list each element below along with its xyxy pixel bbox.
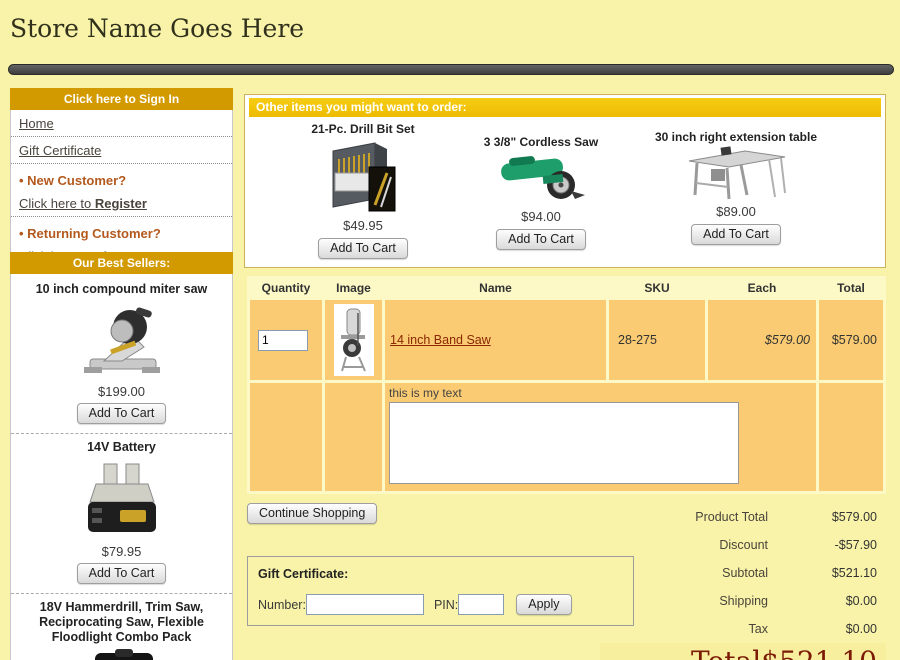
totals-label: Product Total — [600, 510, 768, 524]
header-divider — [8, 64, 894, 75]
note-textarea[interactable] — [389, 402, 739, 484]
totals-row: Shipping $0.00 — [600, 587, 886, 615]
apply-button[interactable]: Apply — [516, 594, 571, 615]
suggested-items-panel: Other items you might want to order: 21-… — [244, 94, 886, 268]
totals-label: Tax — [600, 622, 768, 636]
empty-cell — [819, 383, 883, 491]
extension-table-photo — [626, 144, 846, 202]
column-header-each: Each — [708, 279, 816, 297]
signin-panel: Click here to Sign In Home Gift Certific… — [10, 88, 233, 274]
gift-certificate-panel: Gift Certificate: Number: PIN: Apply — [247, 556, 634, 626]
add-to-cart-button[interactable]: Add To Cart — [77, 563, 167, 584]
best-seller-name: 18V Hammerdrill, Trim Saw, Reciprocating… — [11, 594, 232, 647]
totals-row: Tax $0.00 — [600, 615, 886, 643]
note-cell: this is my text — [385, 383, 816, 491]
register-link-prefix: Click here to — [19, 196, 95, 211]
cart-header-row: Quantity Image Name SKU Each Total — [250, 279, 883, 297]
column-header-image: Image — [325, 279, 382, 297]
register-link-bold: Register — [95, 196, 147, 211]
sidebar-item-home[interactable]: Home — [11, 110, 232, 137]
suggested-product: 3 3/8" Cordless Saw $94.00 Add To Cart — [456, 135, 626, 250]
suggested-product-name: 3 3/8" Cordless Saw — [456, 135, 626, 149]
totals-row: Discount -$57.90 — [600, 531, 886, 559]
totals-value: $579.00 — [768, 510, 886, 524]
sidebar-item-gift-certificate[interactable]: Gift Certificate — [11, 137, 232, 164]
order-totals: Product Total $579.00 Discount -$57.90 S… — [600, 503, 886, 660]
column-header-total: Total — [819, 279, 883, 297]
band-saw-photo — [334, 304, 374, 376]
best-seller-price: $79.95 — [11, 544, 232, 559]
quantity-cell — [250, 300, 322, 380]
sku-cell: 28-275 — [609, 300, 705, 380]
cart-note-row: this is my text — [250, 383, 883, 491]
suggested-product-name: 21-Pc. Drill Bit Set — [263, 122, 463, 136]
combo-pack-photo — [11, 647, 232, 660]
totals-value: $0.00 — [768, 594, 886, 608]
best-seller-name: 10 inch compound miter saw — [11, 279, 232, 299]
suggested-product: 30 inch right extension table $89.0 — [626, 130, 846, 245]
quantity-input[interactable] — [258, 330, 308, 351]
battery-photo — [11, 457, 232, 541]
gift-number-label: Number: — [258, 598, 306, 612]
returning-customer-label: • Returning Customer? — [11, 217, 232, 243]
register-link[interactable]: Click here to Register — [11, 190, 232, 217]
empty-cell — [250, 383, 322, 491]
cart-item-each: $579.00 — [708, 333, 816, 347]
grand-total-row: Total $521.10 — [600, 643, 886, 660]
totals-row: Product Total $579.00 — [600, 503, 886, 531]
suggested-product-name: 30 inch right extension table — [626, 130, 846, 144]
column-header-sku: SKU — [609, 279, 705, 297]
add-to-cart-button[interactable]: Add To Cart — [691, 224, 781, 245]
page-title: Store Name Goes Here — [10, 14, 304, 43]
cart-table: Quantity Image Name SKU Each Total — [247, 276, 886, 494]
each-cell: $579.00 — [708, 300, 816, 380]
gift-number-input[interactable] — [306, 594, 424, 615]
drill-bit-set-photo — [263, 136, 463, 216]
new-customer-label: • New Customer? — [11, 164, 232, 190]
note-label: this is my text — [389, 386, 816, 400]
totals-label: Discount — [600, 538, 768, 552]
suggested-items-header: Other items you might want to order: — [249, 98, 881, 117]
add-to-cart-button[interactable]: Add To Cart — [318, 238, 408, 259]
totals-row: Subtotal $521.10 — [600, 559, 886, 587]
totals-value: $521.10 — [768, 566, 886, 580]
totals-value: $0.00 — [768, 622, 886, 636]
miter-saw-photo — [11, 299, 232, 381]
cart-item-link[interactable]: 14 inch Band Saw — [385, 333, 491, 347]
grand-total-value: $521.10 — [761, 645, 886, 660]
totals-label: Subtotal — [600, 566, 768, 580]
suggested-product: 21-Pc. Drill Bit Set $ — [263, 122, 463, 259]
column-header-quantity: Quantity — [250, 279, 322, 297]
continue-shopping-button[interactable]: Continue Shopping — [247, 503, 377, 524]
add-to-cart-button[interactable]: Add To Cart — [496, 229, 586, 250]
suggested-product-price: $49.95 — [263, 218, 463, 233]
gift-certificate-title: Gift Certificate: — [258, 567, 348, 581]
column-header-name: Name — [385, 279, 606, 297]
cart-item-total: $579.00 — [819, 333, 883, 347]
suggested-product-price: $89.00 — [626, 204, 846, 219]
image-cell — [325, 300, 382, 380]
grand-total-label: Total — [600, 645, 761, 660]
suggested-product-price: $94.00 — [456, 209, 626, 224]
best-sellers-header: Our Best Sellers: — [10, 252, 233, 274]
signin-header-button[interactable]: Click here to Sign In — [10, 88, 233, 110]
totals-label: Shipping — [600, 594, 768, 608]
empty-cell — [325, 383, 382, 491]
cordless-saw-photo — [456, 149, 626, 207]
totals-value: -$57.90 — [768, 538, 886, 552]
cart-item-row: 14 inch Band Saw 28-275 $579.00 $579.00 — [250, 300, 883, 380]
best-seller-name: 14V Battery — [11, 434, 232, 457]
total-cell: $579.00 — [819, 300, 883, 380]
best-sellers-panel: Our Best Sellers: 10 inch compound miter… — [10, 252, 233, 660]
gift-pin-input[interactable] — [458, 594, 504, 615]
best-seller-price: $199.00 — [11, 384, 232, 399]
storefront-page: Store Name Goes Here Click here to Sign … — [0, 0, 900, 660]
cart-item-sku: 28-275 — [609, 333, 657, 347]
name-cell: 14 inch Band Saw — [385, 300, 606, 380]
gift-pin-label: PIN: — [434, 598, 458, 612]
add-to-cart-button[interactable]: Add To Cart — [77, 403, 167, 424]
